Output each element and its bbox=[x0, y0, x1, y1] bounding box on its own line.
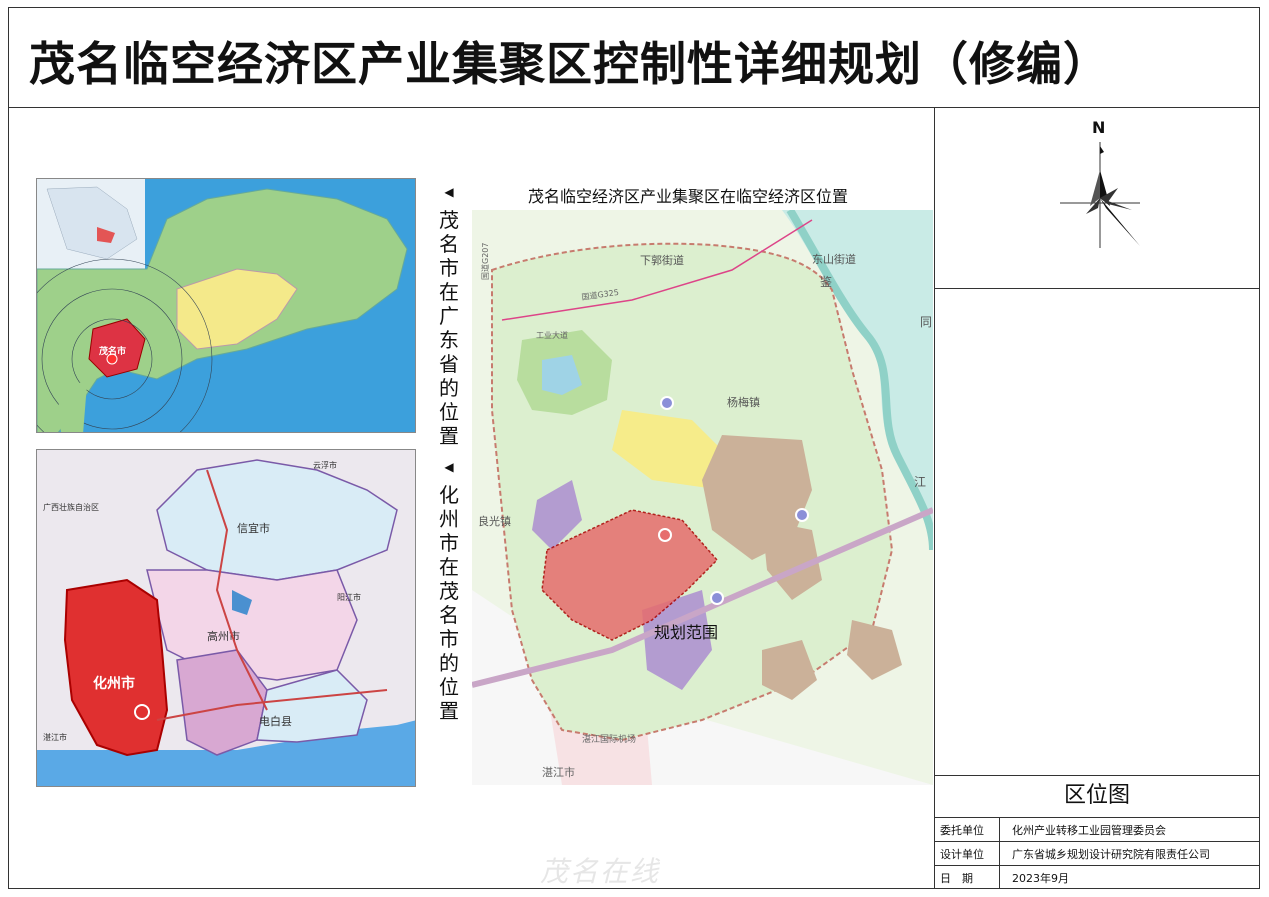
province-city-label: 茂名市 bbox=[98, 345, 126, 357]
page-title: 茂名临空经济区产业集聚区控制性详细规划（修编） bbox=[29, 37, 1110, 91]
main-map: 下郭街道 东山街道 杨梅镇 良光镇 湛江国际机场 湛江市 国道G207 国道G3… bbox=[472, 210, 933, 785]
jiang-label: 江 bbox=[914, 475, 926, 489]
yangjiang-label: 阳江市 bbox=[337, 592, 361, 602]
province-panel-label: ◀ 茂名市在广东省的位置 bbox=[438, 180, 460, 448]
divider-line bbox=[934, 288, 1260, 289]
dianbai-label: 电白县 bbox=[259, 714, 292, 728]
city-panel-label: ◀ 化州市在茂名市的位置 bbox=[438, 455, 460, 723]
huazhou-label: 化州市 bbox=[93, 675, 135, 692]
info-row: 日 期 2023年9月 bbox=[934, 865, 1260, 889]
info-value: 广东省城乡规划设计研究院有限责任公司 bbox=[1012, 847, 1210, 861]
pointer-triangle-icon: ◀ bbox=[444, 460, 454, 474]
title-bar: 茂名临空经济区产业集聚区控制性详细规划（修编） bbox=[8, 7, 1260, 108]
legend-title: 区位图 bbox=[1063, 783, 1130, 808]
liangguang-label: 良光镇 bbox=[478, 514, 511, 528]
plan-area-label: 规划范围 bbox=[654, 623, 718, 642]
yunfu-label: 云浮市 bbox=[313, 460, 337, 470]
gongye-label: 工业大道 bbox=[536, 330, 568, 340]
province-map: 茂名市 bbox=[36, 178, 416, 433]
zhanjiang-label: 湛江市 bbox=[43, 732, 67, 742]
guangxi-label: 广西壮族自治区 bbox=[43, 502, 99, 512]
yangmei-label: 杨梅镇 bbox=[727, 395, 760, 409]
xinyi-label: 信宜市 bbox=[237, 521, 270, 535]
info-key: 委托单位 bbox=[934, 818, 1000, 841]
info-row: 设计单位 广东省城乡规划设计研究院有限责任公司 bbox=[934, 841, 1260, 865]
pointer-triangle-icon: ◀ bbox=[444, 185, 454, 199]
info-value: 2023年9月 bbox=[1012, 871, 1069, 885]
info-key: 日 期 bbox=[934, 866, 1000, 889]
watermark: 茂名在线 bbox=[540, 855, 661, 888]
main-map-caption: 茂名临空经济区产业集聚区在临空经济区位置 bbox=[528, 187, 849, 206]
info-value: 化州产业转移工业园管理委员会 bbox=[1012, 823, 1166, 837]
city-panel-label-text: 化州市在茂名市的位置 bbox=[439, 483, 459, 723]
airport-label: 湛江国际机场 bbox=[582, 733, 636, 745]
dongshan-label: 东山街道 bbox=[812, 252, 856, 266]
info-row: 委托单位 化州产业转移工业园管理委员会 bbox=[934, 817, 1260, 841]
zhanjiang-main-label: 湛江市 bbox=[542, 765, 575, 779]
province-panel-label-text: 茂名市在广东省的位置 bbox=[439, 208, 459, 448]
tong-label: 同 bbox=[920, 315, 932, 329]
jian-label: 鉴 bbox=[820, 275, 832, 289]
g207-label: 国道G207 bbox=[480, 243, 490, 280]
compass-rose-icon bbox=[1060, 142, 1140, 248]
gaozhou-label: 高州市 bbox=[207, 629, 240, 643]
info-key: 设计单位 bbox=[934, 842, 1000, 865]
xiaguo-label: 下郭街道 bbox=[640, 253, 684, 267]
city-map: 化州市 高州市 信宜市 电白县 云浮市 阳江市 湛江市 广西壮族自治区 bbox=[36, 449, 416, 787]
